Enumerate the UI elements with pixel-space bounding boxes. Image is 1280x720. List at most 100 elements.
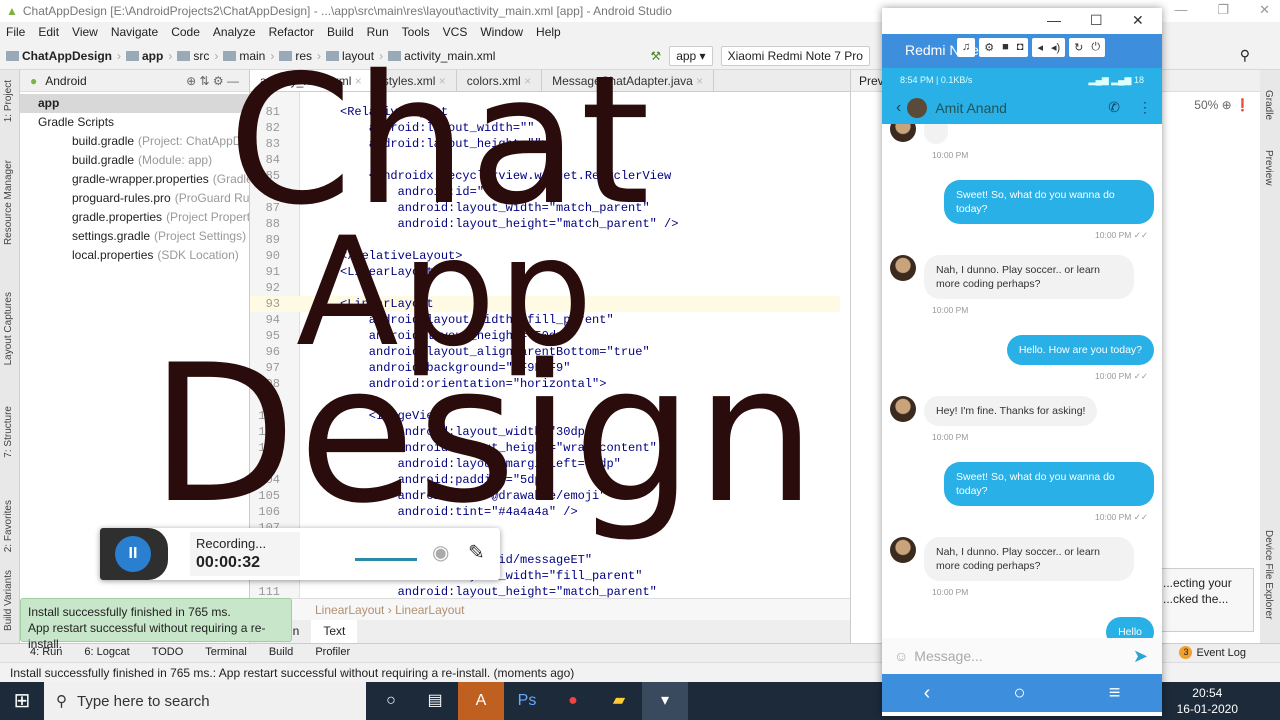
contact-name[interactable]: Amit Anand bbox=[935, 100, 1007, 116]
tree-item[interactable]: app bbox=[20, 94, 249, 113]
crumb-linearlayout[interactable]: LinearLayout bbox=[395, 603, 464, 617]
recorder-taskbar-icon[interactable]: ▾ bbox=[642, 682, 688, 720]
clock[interactable]: 20:54 16-01-2020 bbox=[1177, 685, 1238, 717]
breadcrumb-item[interactable]: layout bbox=[326, 49, 374, 63]
phone-call-icon[interactable]: ✆ bbox=[1108, 99, 1120, 116]
menu-item-refactor[interactable]: Refactor bbox=[269, 25, 314, 39]
windows-start-icon[interactable]: ⊞ bbox=[0, 682, 44, 720]
close-tab-icon[interactable]: × bbox=[521, 74, 531, 88]
tree-item[interactable]: Gradle Scripts bbox=[20, 113, 249, 132]
webcam-icon[interactable]: ◉ bbox=[432, 540, 449, 565]
menu-item-tools[interactable]: Tools bbox=[402, 25, 430, 39]
tab-layout-captures[interactable]: Layout Captures bbox=[3, 292, 14, 365]
editor-tab[interactable]: MessageChatAdapter.java × bbox=[542, 70, 715, 91]
message-bubble[interactable]: Nah, I dunno. Play soccer.. or learn mor… bbox=[924, 537, 1134, 581]
breadcrumb-item[interactable]: app bbox=[126, 49, 163, 63]
tab-profiler[interactable]: Profiler bbox=[315, 646, 350, 660]
warning-icon[interactable]: ❗ bbox=[1235, 98, 1250, 112]
volume-up-icon[interactable]: ◂) bbox=[1051, 41, 1060, 54]
menu-item-edit[interactable]: Edit bbox=[38, 25, 59, 39]
notification-popup[interactable]: ...ecting your ...cked the... bbox=[1150, 568, 1254, 632]
pencil-icon[interactable]: ✎ bbox=[468, 540, 485, 565]
event-log-button[interactable]: 3 Event Log bbox=[1179, 646, 1246, 659]
editor-tab[interactable]: colors.xml × bbox=[457, 70, 543, 91]
tree-item[interactable]: gradle-wrapper.properties(Gradle Version… bbox=[20, 170, 249, 189]
menu-item-run[interactable]: Run bbox=[367, 25, 389, 39]
breadcrumb-item[interactable]: src bbox=[177, 49, 209, 63]
tab-resource-manager[interactable]: Resource Manager bbox=[3, 160, 14, 245]
menu-item-navigate[interactable]: Navigate bbox=[111, 25, 158, 39]
close-button[interactable]: ✕ bbox=[1259, 2, 1270, 18]
tab-structure[interactable]: 7: Structure bbox=[3, 406, 14, 458]
menu-item-vcs[interactable]: VCS bbox=[443, 25, 468, 39]
file-explorer-icon[interactable]: ▰ bbox=[596, 682, 642, 720]
nav-home-icon[interactable]: ○ bbox=[1013, 682, 1025, 705]
pause-button[interactable]: II bbox=[100, 528, 168, 580]
menu-item-build[interactable]: Build bbox=[327, 25, 354, 39]
panel-gear-icon[interactable]: ⊕ ⇅ ⚙ — bbox=[186, 74, 239, 88]
message-bubble[interactable]: Hello. How are you today? bbox=[1006, 335, 1154, 365]
message-input[interactable]: Message... bbox=[914, 648, 982, 664]
more-options-icon[interactable]: ⋮ bbox=[1138, 99, 1152, 116]
taskbar-search[interactable]: ⚲ Type here to search bbox=[44, 682, 366, 720]
phone-maximize-button[interactable]: ☐ bbox=[1090, 12, 1103, 29]
close-tab-icon[interactable]: × bbox=[693, 74, 703, 88]
project-view-select[interactable]: Android bbox=[45, 74, 86, 88]
crumb-linearlayout[interactable]: LinearLayout bbox=[315, 603, 384, 617]
emoji-icon[interactable]: ☺ bbox=[894, 648, 908, 664]
tab-text[interactable]: Text bbox=[311, 620, 358, 643]
editor-tab[interactable]: styles.xml × bbox=[373, 70, 457, 91]
volume-slider[interactable] bbox=[355, 558, 417, 561]
menu-item-window[interactable]: Window bbox=[480, 25, 523, 39]
android-studio-taskbar-icon[interactable]: A bbox=[458, 682, 504, 720]
menu-item-view[interactable]: View bbox=[72, 25, 98, 39]
install-balloon[interactable]: Install successfully finished in 765 ms.… bbox=[20, 598, 292, 651]
message-bubble[interactable]: Nah, I dunno. Play soccer.. or learn mor… bbox=[924, 255, 1134, 299]
tab-gradle[interactable]: Gradle bbox=[1263, 90, 1274, 120]
nav-menu-icon[interactable]: ≡ bbox=[1109, 682, 1121, 705]
volume-down-icon[interactable]: ◂ bbox=[1037, 41, 1043, 54]
zoom-in-icon[interactable]: ⊕ bbox=[1222, 98, 1232, 112]
code-editor[interactable]: 81 <RelativeLayout 82 android:layout_width… bbox=[250, 92, 850, 598]
message-bubble[interactable]: Hey! I'm fine. Thanks for asking! bbox=[924, 396, 1098, 426]
breadcrumb-item[interactable]: res bbox=[279, 49, 312, 63]
breadcrumb-item[interactable]: main bbox=[223, 49, 265, 63]
message-bubble[interactable]: Sweet! So, what do you wanna do today? bbox=[944, 180, 1154, 224]
back-icon[interactable]: ‹ bbox=[896, 99, 901, 117]
phone-close-button[interactable]: ✕ bbox=[1132, 12, 1144, 29]
message-list[interactable]: 10:00 PM Sweet! So, what do you wanna do … bbox=[882, 124, 1162, 638]
menu-item-analyze[interactable]: Analyze bbox=[213, 25, 256, 39]
hammer-icon[interactable]: ⚒ bbox=[650, 49, 661, 63]
minimize-button[interactable]: — bbox=[1174, 2, 1187, 18]
close-tab-icon[interactable]: × bbox=[351, 74, 362, 88]
camera-icon[interactable]: ◘ bbox=[1017, 41, 1024, 54]
menu-item-code[interactable]: Code bbox=[171, 25, 200, 39]
editor-tab[interactable]: activity_main.xml × bbox=[250, 70, 373, 91]
tab-preview[interactable]: Preview bbox=[1263, 150, 1274, 186]
task-view-icon[interactable]: ▤ bbox=[412, 682, 458, 720]
tree-item[interactable]: local.properties (SDK Location) bbox=[20, 246, 249, 265]
video-icon[interactable]: ■ bbox=[1002, 41, 1009, 54]
tab-build-variants[interactable]: Build Variants bbox=[3, 570, 14, 631]
menu-item-help[interactable]: Help bbox=[536, 25, 561, 39]
chrome-icon[interactable]: ● bbox=[550, 682, 596, 720]
menu-item-file[interactable]: File bbox=[6, 25, 25, 39]
breadcrumb-item[interactable]: ChatAppDesign bbox=[6, 49, 112, 63]
phone-minimize-button[interactable]: — bbox=[1047, 12, 1061, 28]
tree-item[interactable]: proguard-rules.pro(ProGuard Rules) bbox=[20, 189, 249, 208]
device-select[interactable]: Xiaomi Redmi Note 7 Pro bbox=[720, 45, 870, 66]
rotate-icon[interactable]: ↻ bbox=[1074, 41, 1083, 54]
tab-favorites[interactable]: 2: Favorites bbox=[3, 500, 14, 552]
breadcrumb-item[interactable]: activity_main.xml bbox=[388, 49, 495, 63]
headset-icon[interactable]: ♫ bbox=[957, 38, 976, 57]
send-icon[interactable]: ➤ bbox=[1133, 646, 1148, 667]
run-config-select[interactable]: app ▾ bbox=[669, 45, 713, 66]
message-bubble[interactable]: Hello bbox=[1106, 617, 1154, 638]
photoshop-icon[interactable]: Ps bbox=[504, 682, 550, 720]
close-tab-icon[interactable]: × bbox=[435, 74, 446, 88]
message-bubble[interactable] bbox=[924, 124, 948, 144]
search-icon[interactable]: ⚲ bbox=[1240, 47, 1250, 64]
tree-item[interactable]: build.gradle (Module: app) bbox=[20, 151, 249, 170]
power-icon[interactable]: ⏻ bbox=[1091, 41, 1100, 54]
tree-item[interactable]: build.gradle(Project: ChatAppDesign) bbox=[20, 132, 249, 151]
